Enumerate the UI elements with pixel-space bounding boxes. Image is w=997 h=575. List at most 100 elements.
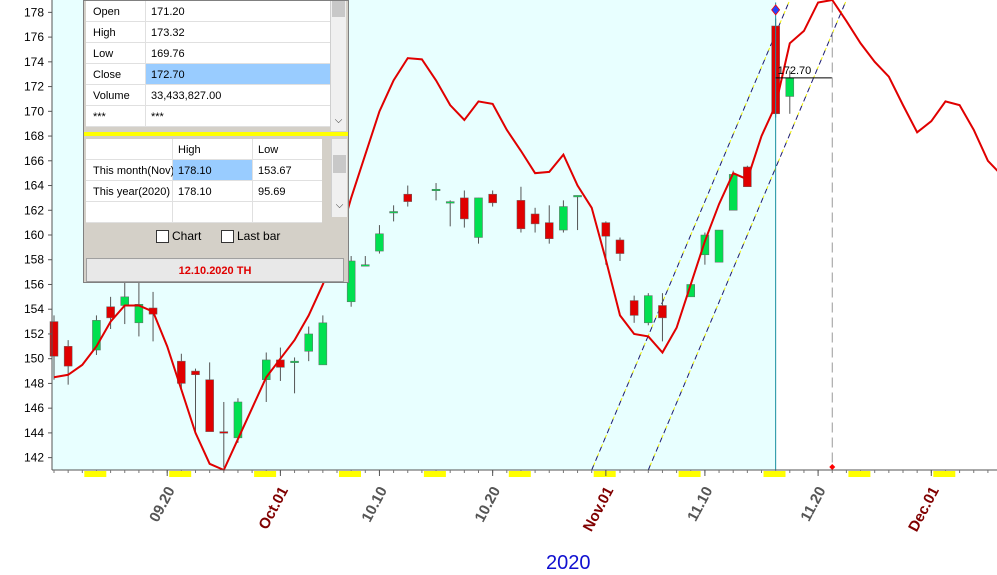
ohlc-row-high: High 173.32 <box>86 22 330 43</box>
y-axis: 142 144 146 148 150 152 154 156 158 160 162 164 166 1… <box>24 0 53 470</box>
candle-down <box>658 305 667 319</box>
range-empty-cell <box>173 202 253 222</box>
y-tick-label: 164 <box>24 179 44 193</box>
y-tick-label: 148 <box>24 376 44 390</box>
ohlc-table: Open 171.20 High 173.32 Low 169.76 Close 172… <box>86 1 330 127</box>
weekend-marker <box>593 471 616 477</box>
y-tick-label: 146 <box>24 401 44 415</box>
range-header-row: High Low <box>86 139 322 160</box>
y-tick-label: 174 <box>24 55 44 69</box>
scroll-down-icon[interactable]: ⌵ <box>331 115 346 126</box>
range-header-low: Low <box>258 144 279 156</box>
extra-label: *** <box>86 106 146 126</box>
y-tick-label: 162 <box>24 203 44 217</box>
ohlc-row-open: Open 171.20 <box>86 1 330 22</box>
candle-up <box>785 77 795 97</box>
volume-value: 33,433,827.00 <box>151 90 222 102</box>
y-tick-label: 150 <box>24 352 44 366</box>
ohlc-scrollbar-thumb[interactable] <box>332 1 345 17</box>
y-tick-label: 166 <box>24 154 44 168</box>
candle-up <box>573 195 582 198</box>
candle-up <box>120 296 129 306</box>
extra-value: *** <box>151 111 164 123</box>
weekend-marker <box>84 471 107 477</box>
candle-up <box>375 233 384 252</box>
x-tick-label: 09.20 <box>146 484 179 525</box>
low-label: Low <box>86 43 146 63</box>
range-row-year: This year(2020) 178.10 95.69 <box>86 181 322 202</box>
candle-down <box>530 213 540 225</box>
ohlc-row-volume: Volume 33,433,827.00 <box>86 85 330 106</box>
candle-up <box>304 333 313 352</box>
candle-down <box>49 321 59 357</box>
candle-down <box>460 197 469 220</box>
range-month-label: This month(Nov) <box>86 160 174 180</box>
candle-up <box>431 188 441 191</box>
x-axis: 09.20 Oct.01 10.10 10.20 Nov.01 11.10 11.20 Dec… <box>52 469 997 535</box>
candle-down <box>601 222 611 237</box>
y-tick-label: 158 <box>24 253 44 267</box>
ohlc-scrollbar[interactable]: ⌵ <box>330 1 346 131</box>
weekend-marker <box>254 471 277 477</box>
y-tick-label: 144 <box>24 426 44 440</box>
candle-up <box>389 211 398 214</box>
candle-up <box>290 360 299 363</box>
last-bar-checkbox[interactable] <box>221 230 234 243</box>
candle-down <box>191 370 200 376</box>
range-row-empty <box>86 202 322 223</box>
x-tick-label: 11.10 <box>684 484 716 524</box>
x-tick-label: 11.20 <box>797 484 829 524</box>
range-empty-cell <box>253 202 322 222</box>
range-scrollbar-thumb[interactable] <box>333 155 346 173</box>
range-row-month: This month(Nov) 178.10 153.67 <box>86 160 322 181</box>
last-bar-checkbox-label[interactable]: Last bar <box>237 229 280 243</box>
crosshair-value-label: 172.70 <box>778 65 812 77</box>
y-tick-label: 142 <box>24 451 44 465</box>
high-label: High <box>86 22 146 42</box>
range-month-low: 153.67 <box>258 165 292 177</box>
range-empty-cell <box>86 202 173 222</box>
range-year-high: 178.10 <box>173 181 253 201</box>
y-tick-label: 176 <box>24 30 44 44</box>
ohlc-row-close: Close 172.70 <box>86 64 330 85</box>
open-label: Open <box>86 1 146 21</box>
checkbox-row: Chart Last bar <box>84 223 348 251</box>
close-value[interactable]: 172.70 <box>146 64 330 84</box>
ohlc-row-extra: *** *** <box>86 106 330 127</box>
chart-checkbox[interactable] <box>156 230 169 243</box>
x-tick-label: 10.20 <box>472 484 505 525</box>
candle-down <box>516 200 526 230</box>
candle-down <box>615 239 625 254</box>
weekend-marker <box>933 471 956 477</box>
y-tick-label: 170 <box>24 104 44 118</box>
candle-down <box>205 379 214 432</box>
high-value: 173.32 <box>151 27 185 39</box>
y-tick-label: 168 <box>24 129 44 143</box>
y-tick-label: 160 <box>24 228 44 242</box>
candle-down <box>545 222 554 239</box>
range-scroll-down-icon[interactable]: ⌵ <box>332 200 347 211</box>
x-tick-label: Dec.01 <box>905 484 943 535</box>
candle-up <box>474 197 483 238</box>
candle-up <box>644 295 653 324</box>
range-year-low: 95.69 <box>258 186 286 198</box>
range-month-high[interactable]: 178.10 <box>173 160 253 180</box>
weekend-marker <box>169 471 192 477</box>
x-axis-year-label: 2020 <box>546 552 591 574</box>
candle-up <box>714 229 724 263</box>
weekend-marker <box>508 471 531 477</box>
info-panel: Open 171.20 High 173.32 Low 169.76 Close 172… <box>83 0 349 283</box>
candle-up <box>445 201 455 204</box>
range-scrollbar[interactable]: ⌵ <box>331 139 347 217</box>
weekend-marker <box>848 471 871 477</box>
range-year-label: This year(2020) <box>86 181 173 201</box>
y-tick-label: 152 <box>24 327 44 341</box>
open-value: 171.20 <box>151 6 185 18</box>
y-tick-label: 154 <box>24 302 44 316</box>
weekend-marker <box>763 471 786 477</box>
chart-checkbox-label[interactable]: Chart <box>172 229 201 243</box>
x-tick-label: Nov.01 <box>580 484 618 534</box>
date-button[interactable]: 12.10.2020 TH <box>86 258 344 282</box>
candle-up <box>361 264 370 267</box>
ohlc-row-low: Low 169.76 <box>86 43 330 64</box>
